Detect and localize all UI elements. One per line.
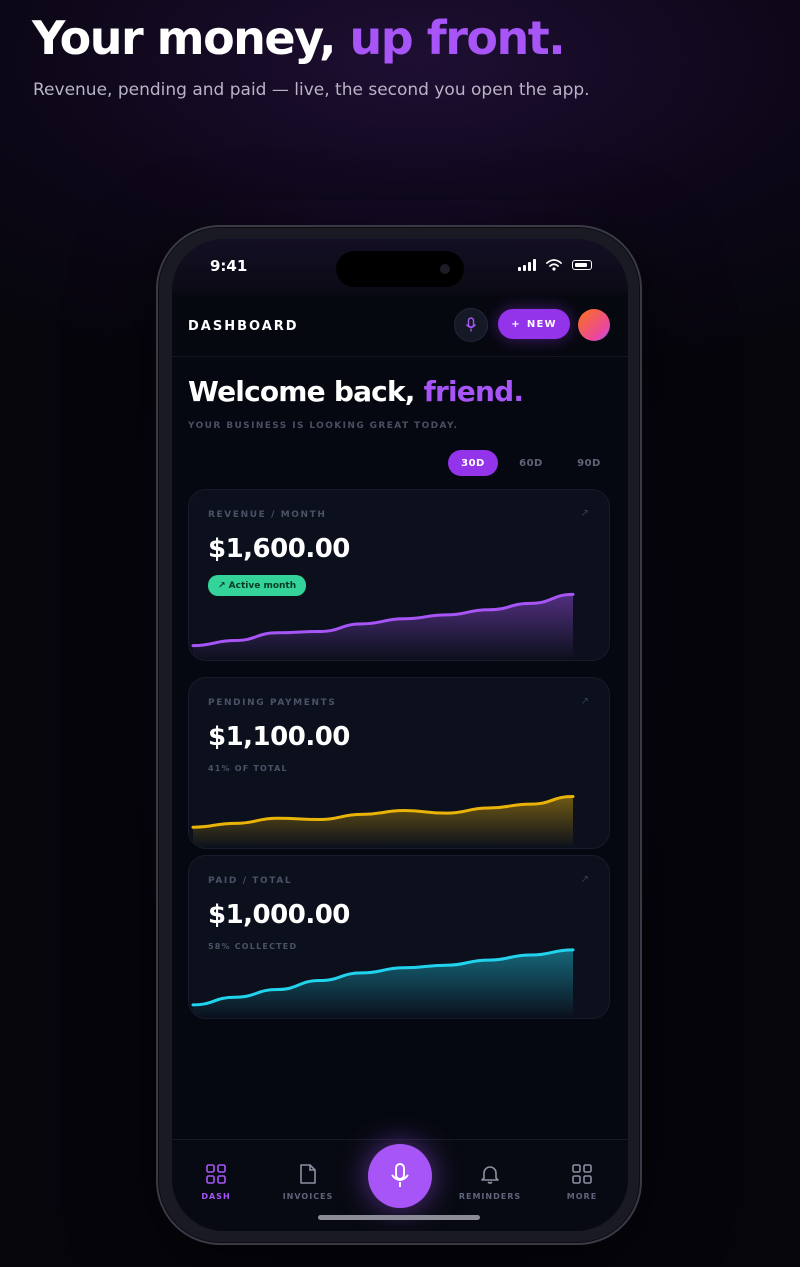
welcome-subtitle: YOUR BUSINESS IS LOOKING GREAT TODAY. [188,421,459,431]
welcome-name: friend. [423,375,524,408]
new-button[interactable]: + NEW [498,309,570,339]
welcome-greeting: Welcome back, [188,375,424,408]
period-90d[interactable]: 90D [564,450,614,476]
hero-title-accent: up front. [349,11,566,65]
revenue-card[interactable]: REVENUE / MONTH ↗ $1,600.00 ↗ Active mon… [188,489,610,661]
sparkline-area [193,949,573,1018]
revenue-sparkline [191,592,575,660]
nav-invoices[interactable]: INVOICES [268,1164,348,1201]
paid-card[interactable]: PAID / TOTAL ↗ $1,000.00 58% COLLECTED [188,855,610,1019]
nav-label: REMINDERS [458,1192,522,1201]
card-value: $1,600.00 [208,534,350,564]
mic-button[interactable] [454,308,488,342]
status-icons [518,259,592,271]
card-label: PENDING PAYMENTS [208,698,337,708]
card-label: PAID / TOTAL [208,876,293,886]
grid-icon [572,1164,592,1184]
mic-icon [391,1163,409,1187]
mic-icon [465,317,477,332]
dynamic-island [336,251,464,287]
wifi-icon [546,259,562,271]
plus-icon: + [511,318,521,330]
status-bar: 9:41 [172,239,628,295]
nav-more[interactable]: MORE [542,1164,622,1201]
battery-icon [572,260,592,270]
page-title: DASHBOARD [188,319,299,334]
signal-icon [518,259,536,271]
card-value: $1,100.00 [208,722,350,752]
paid-sparkline [191,948,575,1018]
card-value: $1,000.00 [208,900,350,930]
new-button-label: NEW [526,318,557,330]
bell-icon [481,1166,499,1184]
grid-icon [206,1164,226,1184]
status-time: 9:41 [210,257,248,275]
hero-title: Your money, up front. [32,8,566,68]
period-selector: 30D 60D 90D [448,450,614,476]
nav-label: INVOICES [282,1192,334,1201]
nav-reminders[interactable]: REMINDERS [450,1164,530,1201]
period-30d[interactable]: 30D [448,450,498,476]
arrow-up-right-icon: ↗ [580,874,589,885]
avatar[interactable] [578,309,610,341]
phone-screen: 9:41 DASHBOARD + NEW Welcome back, friend… [172,239,628,1231]
nav-dash[interactable]: DASH [176,1164,256,1201]
arrow-up-right-icon: ↗ [580,696,589,707]
nav-label: MORE [566,1192,598,1201]
card-label: REVENUE / MONTH [208,510,327,520]
camera-dot [440,264,450,274]
welcome-heading: Welcome back, friend. [188,375,524,408]
hero-title-main: Your money, [32,11,350,65]
period-60d[interactable]: 60D [506,450,556,476]
pending-sparkline [191,794,575,848]
arrow-up-right-icon: ↗ [580,508,589,519]
document-icon [300,1164,316,1184]
hero-subtitle: Revenue, pending and paid — live, the se… [33,80,590,100]
home-indicator [318,1215,480,1220]
top-bar: DASHBOARD + NEW [172,295,628,357]
pending-card[interactable]: PENDING PAYMENTS ↗ $1,100.00 41% OF TOTA… [188,677,610,849]
nav-label: DASH [201,1192,231,1201]
voice-button[interactable] [368,1144,432,1208]
